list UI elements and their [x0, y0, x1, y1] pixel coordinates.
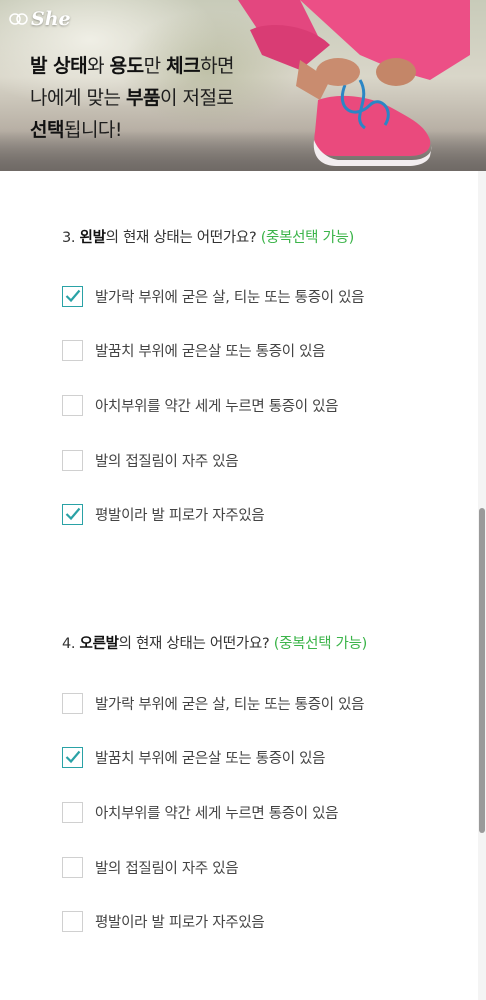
checkbox[interactable]	[62, 856, 83, 878]
option-label: 아치부위를 약간 세게 누르면 통증이 있음	[95, 398, 339, 415]
q4-option-3[interactable]: 아치부위를 약간 세게 누르면 통증이 있음	[62, 801, 339, 823]
option-label: 발꿈치 부위에 굳은살 또는 통증이 있음	[95, 343, 326, 360]
q4-option-4[interactable]: 발의 접질림이 자주 있음	[62, 856, 239, 878]
logo-mark-icon	[9, 13, 28, 25]
checkbox[interactable]	[62, 449, 83, 471]
multi-select-hint: (중복선택 가능)	[260, 230, 355, 246]
q3-option-3[interactable]: 아치부위를 약간 세게 누르면 통증이 있음	[62, 394, 339, 416]
checkbox[interactable]	[62, 503, 83, 525]
checkmark-icon	[65, 507, 80, 521]
q3-option-4[interactable]: 발의 접질림이 자주 있음	[62, 449, 239, 471]
checkbox[interactable]	[62, 339, 83, 361]
checkbox[interactable]	[62, 801, 83, 823]
multi-select-hint: (중복선택 가능)	[273, 636, 368, 652]
page-scrollbar[interactable]	[478, 171, 486, 1000]
checkbox[interactable]	[62, 394, 83, 416]
question-3-title: 3. 왼발의 현재 상태는 어떤가요? (중복선택 가능)	[62, 230, 355, 246]
checkmark-icon	[65, 289, 80, 303]
question-4-title: 4. 오른발의 현재 상태는 어떤가요? (중복선택 가능)	[62, 636, 368, 652]
option-label: 평발이라 발 피로가 자주있음	[95, 914, 265, 931]
option-label: 발의 접질림이 자주 있음	[95, 860, 239, 877]
headline-line-3: 선택됩니다!	[30, 119, 123, 141]
checkbox[interactable]	[62, 910, 83, 932]
scrollbar-thumb[interactable]	[479, 508, 485, 833]
q4-option-2[interactable]: 발꿈치 부위에 굳은살 또는 통증이 있음	[62, 746, 325, 768]
headline-line-2: 나에게 맞는 부품이 저절로	[30, 87, 234, 109]
logo-text: She	[31, 8, 71, 30]
q3-option-1[interactable]: 발가락 부위에 굳은 살, 티눈 또는 통증이 있음	[62, 285, 365, 307]
q4-option-5[interactable]: 평발이라 발 피로가 자주있음	[62, 910, 265, 932]
brand-logo: She	[8, 8, 71, 30]
checkbox[interactable]	[62, 285, 83, 307]
checkbox[interactable]	[62, 692, 83, 714]
checkmark-icon	[65, 750, 80, 764]
headline-line-1: 발 상태와 용도만 체크하면	[30, 55, 235, 77]
q3-option-2[interactable]: 발꿈치 부위에 굳은살 또는 통증이 있음	[62, 339, 325, 361]
option-label: 발가락 부위에 굳은 살, 티눈 또는 통증이 있음	[95, 696, 365, 713]
option-label: 평발이라 발 피로가 자주있음	[95, 507, 265, 524]
q4-option-1[interactable]: 발가락 부위에 굳은 살, 티눈 또는 통증이 있음	[62, 692, 365, 714]
option-label: 아치부위를 약간 세게 누르면 통증이 있음	[95, 805, 339, 822]
hero-banner: She 발 상태와 용도만 체크하면 나에게 맞는 부품이 저절로 선택됩니다!	[0, 0, 486, 171]
option-label: 발가락 부위에 굳은 살, 티눈 또는 통증이 있음	[95, 289, 365, 306]
q3-option-5[interactable]: 평발이라 발 피로가 자주있음	[62, 503, 265, 525]
hero-headline: 발 상태와 용도만 체크하면 나에게 맞는 부품이 저절로 선택됩니다!	[30, 50, 235, 146]
option-label: 발의 접질림이 자주 있음	[95, 453, 239, 470]
option-label: 발꿈치 부위에 굳은살 또는 통증이 있음	[95, 750, 326, 767]
checkbox[interactable]	[62, 746, 83, 768]
